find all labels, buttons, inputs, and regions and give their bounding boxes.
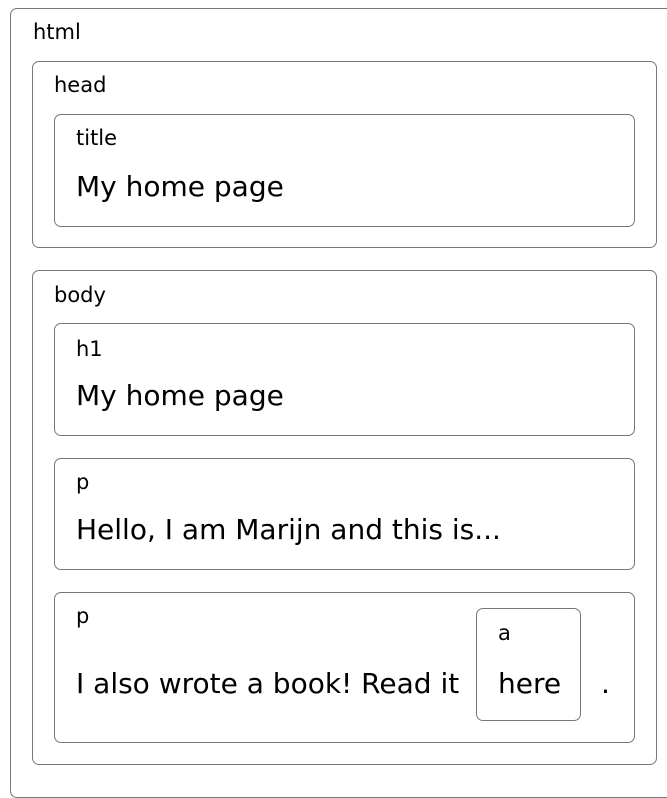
p1-tag-label: p xyxy=(76,470,90,494)
body-tag-label: body xyxy=(54,283,106,307)
link-text[interactable]: here xyxy=(498,670,561,698)
head-tag-label: head xyxy=(54,73,107,97)
a-tag-label: a xyxy=(498,621,511,645)
html-tag-label: html xyxy=(33,20,81,44)
title-text: My home page xyxy=(76,170,284,203)
h1-tag-label: h1 xyxy=(76,337,103,361)
p2-tag-label: p xyxy=(76,604,90,628)
title-tag-label: title xyxy=(76,126,118,150)
p2-text-after: . xyxy=(601,667,610,700)
h1-text: My home page xyxy=(76,379,284,412)
p2-text-before: I also wrote a book! Read it xyxy=(76,667,460,700)
p1-text: Hello, I am Marijn and this is... xyxy=(76,513,501,546)
a-node xyxy=(476,608,581,721)
